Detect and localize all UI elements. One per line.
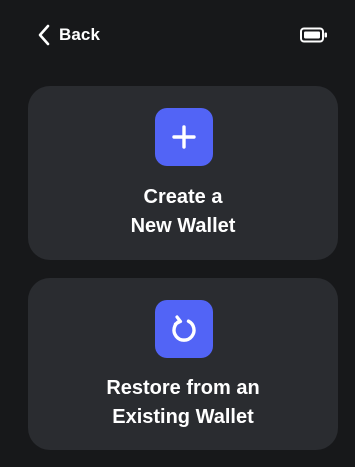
- battery-icon: [300, 27, 328, 48]
- restore-icon: [155, 300, 213, 358]
- restore-wallet-title-line1: Restore from an: [106, 377, 260, 399]
- create-new-wallet-button[interactable]: Create a New Wallet: [28, 86, 338, 260]
- chevron-left-icon: [38, 24, 50, 46]
- create-wallet-title-line2: New Wallet: [130, 215, 236, 237]
- restore-wallet-title: Restore from an Existing Wallet: [28, 374, 338, 432]
- create-wallet-title: Create a New Wallet: [28, 183, 338, 241]
- back-button[interactable]: Back: [38, 22, 100, 48]
- top-bar: Back: [0, 0, 355, 70]
- back-label: Back: [59, 25, 101, 44]
- wallet-setup-screen: Back Create a New Wallet Restore from an…: [0, 0, 355, 467]
- create-wallet-title-line1: Create a: [143, 186, 223, 208]
- plus-icon: [155, 108, 213, 166]
- restore-wallet-title-line2: Existing Wallet: [112, 406, 254, 428]
- restore-existing-wallet-button[interactable]: Restore from an Existing Wallet: [28, 278, 338, 450]
